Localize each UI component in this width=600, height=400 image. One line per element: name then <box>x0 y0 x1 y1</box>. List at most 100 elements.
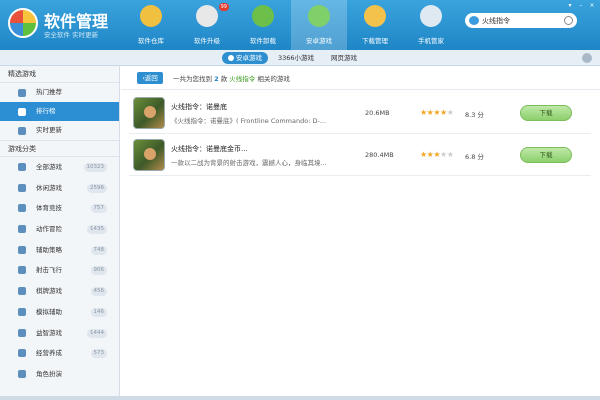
nav-label: 手机管家 <box>418 37 444 45</box>
category-count-badge: 906 <box>90 266 107 276</box>
sidebar-item-label: 角色扮演 <box>36 369 62 378</box>
sidebar-item-featured-2[interactable]: 实时更新 <box>0 121 119 140</box>
sidebar-item-category-5[interactable]: 射击飞行 906 <box>0 260 119 281</box>
soldier-icon <box>144 106 156 118</box>
nav-item-4[interactable]: 下载管理 <box>347 0 403 50</box>
star-icon: ★ <box>440 108 447 117</box>
download-button[interactable]: 下载 <box>520 105 572 121</box>
sidebar-item-category-8[interactable]: 益智游戏 1444 <box>0 323 119 344</box>
result-count: 2 <box>214 75 219 83</box>
star-icon: ★ <box>440 150 447 159</box>
game-description: 《火线指令：诺曼底》( Frontline Commando: D-... <box>171 117 327 125</box>
star-icon: ★ <box>433 150 441 159</box>
plane-icon <box>18 266 26 275</box>
nav-item-2[interactable]: 软件卸载 <box>235 0 291 50</box>
ball-icon <box>18 204 26 213</box>
category-count-badge: 757 <box>90 204 107 214</box>
drop-icon <box>18 89 26 97</box>
sidebar-item-label: 益智游戏 <box>36 328 62 337</box>
star-icon: ★ <box>446 150 454 159</box>
category-count-badge: 456 <box>90 287 107 297</box>
nav-item-0[interactable]: 软件仓库 <box>123 0 179 50</box>
back-button[interactable]: ‹返回 <box>137 72 163 84</box>
game-thumbnail[interactable] <box>133 97 165 129</box>
bulb-icon <box>18 328 26 337</box>
result-header: ‹返回 一共为您找到 2 款 火线指令 相关的游戏 <box>121 66 600 90</box>
subtab-web-games[interactable]: 网页游戏 <box>325 52 363 64</box>
sidebar-item-label: 全部游戏 <box>36 163 62 171</box>
sidebar-item-featured-0[interactable]: 热门推荐 <box>0 83 119 102</box>
nav-label: 下载管理 <box>362 37 388 45</box>
sidebar-item-label: 经营养成 <box>36 349 62 358</box>
minimize-icon[interactable]: – <box>577 2 585 9</box>
building-icon <box>18 349 26 358</box>
search-box <box>465 13 577 28</box>
android-bag-icon <box>308 5 330 27</box>
sidebar-item-category-2[interactable]: 体育竞技 757 <box>0 198 119 219</box>
main-nav: 软件仓库 99 软件升级 软件卸载 安卓游戏 下载管理 手机管家 <box>123 0 459 50</box>
result-summary: 一共为您找到 2 款 火线指令 相关的游戏 <box>173 75 290 83</box>
section-title-categories: 游戏分类 <box>0 140 119 157</box>
qq-logo-icon <box>469 16 479 25</box>
sidebar-item-category-0[interactable]: 全部游戏 10323 <box>0 157 119 178</box>
nav-item-3[interactable]: 安卓游戏 <box>291 0 347 50</box>
shield-icon <box>420 5 442 27</box>
nav-item-1[interactable]: 99 软件升级 <box>179 0 235 50</box>
nav-item-5[interactable]: 手机管家 <box>403 0 459 50</box>
category-count-badge: 748 <box>90 245 107 255</box>
sidebar-item-category-3[interactable]: 动作冒险 1435 <box>0 219 119 240</box>
game-row: 火线指令：诺曼底金币... 一款以二战为背景的射击游戏，震撼人心，身临其境... 2… <box>129 135 591 176</box>
tower-icon <box>18 245 26 254</box>
subtab-android-games[interactable]: 安卓游戏 <box>222 52 268 64</box>
sidebar-item-label: 棋牌游戏 <box>36 287 62 296</box>
search-icon[interactable] <box>564 16 573 25</box>
sidebar-item-label: 动作冒险 <box>36 225 62 234</box>
game-size: 20.6MB <box>365 109 390 117</box>
sidebar-item-label: 热门推荐 <box>36 88 62 96</box>
settings-icon[interactable] <box>582 53 592 63</box>
upgrade-disc-icon <box>196 5 218 27</box>
category-count-badge: 573 <box>90 349 107 359</box>
disc-icon <box>140 5 162 27</box>
sidebar-item-category-9[interactable]: 经营养成 573 <box>0 343 119 364</box>
game-thumbnail[interactable] <box>133 139 165 171</box>
window-controls: ▾ – × <box>566 2 596 9</box>
cup-icon <box>18 183 26 192</box>
result-keyword: 火线指令 <box>229 75 256 83</box>
sword-icon <box>18 225 26 234</box>
game-name[interactable]: 火线指令：诺曼底 <box>171 102 227 112</box>
rating-stars: ★★★★★ <box>420 150 454 159</box>
category-count-badge: 1444 <box>87 328 107 338</box>
sidebar-item-category-6[interactable]: 棋牌游戏 456 <box>0 281 119 302</box>
sidebar-item-category-1[interactable]: 休闲游戏 2596 <box>0 178 119 199</box>
sidebar: 精选游戏 热门推荐排行榜 实时更新 游戏分类 全部游戏 10323 休闲游戏 2596 体… <box>0 66 120 396</box>
game-name[interactable]: 火线指令：诺曼底金币... <box>171 144 248 154</box>
sidebar-item-category-7[interactable]: 模拟辅助 146 <box>0 302 119 323</box>
app-logo-icon <box>8 8 38 38</box>
search-input[interactable] <box>482 14 560 27</box>
trophy-icon <box>18 108 26 116</box>
game-row: 火线指令：诺曼底《火线指令：诺曼底》( Frontline Commando: … <box>129 93 591 134</box>
update-count-badge: 99 <box>218 3 229 11</box>
category-count-badge: 2596 <box>87 183 107 193</box>
game-size: 280.4MB <box>365 151 394 159</box>
sidebar-item-category-4[interactable]: 辅助策略 748 <box>0 240 119 261</box>
status-bar <box>0 396 600 400</box>
sidebar-item-label: 休闲游戏 <box>36 183 62 192</box>
recycle-bin-icon <box>252 5 274 27</box>
sub-tab-bar: 安卓游戏 3366小游戏 网页游戏 <box>0 50 600 66</box>
subtab-3366-games[interactable]: 3366小游戏 <box>272 52 320 64</box>
download-button[interactable]: 下载 <box>520 147 572 163</box>
menu-icon[interactable]: ▾ <box>566 2 574 9</box>
section-title-featured: 精选游戏 <box>0 66 119 83</box>
sidebar-item-category-10[interactable]: 角色扮演 <box>0 364 119 385</box>
sidebar-item-featured-1[interactable]: 排行榜 <box>0 102 119 121</box>
game-score: 8.3 分 <box>465 111 484 119</box>
category-count-badge: 10323 <box>83 163 107 172</box>
title-bar: 软件管理 安全软件 实时更新 软件仓库 99 软件升级 软件卸载 安卓游戏 下载管理 手机管… <box>0 0 600 50</box>
nav-label: 软件升级 <box>194 37 220 45</box>
chess-icon <box>18 287 26 296</box>
soldier-icon <box>144 148 156 160</box>
close-icon[interactable]: × <box>588 2 596 9</box>
sidebar-item-label: 辅助策略 <box>36 245 62 254</box>
